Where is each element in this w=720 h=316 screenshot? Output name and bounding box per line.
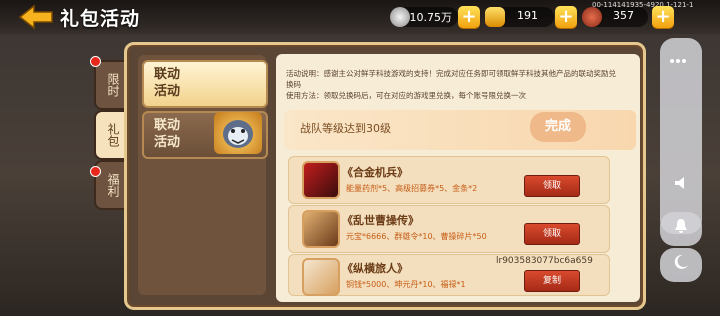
reward-text: 铜钱*5000、坤元丹*10、福禄*1 — [346, 280, 466, 289]
claim-button[interactable]: 领取 — [524, 223, 580, 245]
meat-icon — [582, 7, 602, 27]
menu-label-line1: 联动 — [154, 118, 181, 133]
game-name: 《纵横旅人》 — [342, 262, 408, 275]
description-line: 使用方法：领取兑换码后，可在对应的游戏里兑换，每个账号限兑换一次 — [286, 91, 526, 100]
drag-handle[interactable] — [670, 48, 692, 63]
page-title: 礼包活动 — [60, 8, 141, 30]
menu-label-line1: 联动 — [154, 67, 181, 82]
add-food-button[interactable]: + — [652, 6, 674, 28]
notification-dot — [90, 56, 101, 67]
moon-icon[interactable] — [660, 248, 702, 282]
add-gold-button[interactable]: + — [555, 6, 577, 28]
reward-text: 能量药剂*5、高级招募券*5、金条*2 — [346, 184, 478, 193]
complete-button[interactable]: 完成 — [530, 112, 586, 142]
claim-button[interactable]: 领取 — [524, 175, 580, 197]
menu-item-linkage-1[interactable]: 联动 活动 — [142, 60, 268, 108]
volume-panel[interactable] — [660, 38, 702, 234]
silver-coin-icon — [390, 7, 410, 27]
description-line: 活动说明：感谢主公对鲜芋科技游戏的支持！完成对应任务即可领取鲜芋科技其他产品的联… — [286, 69, 616, 89]
game-icon — [302, 258, 340, 296]
copy-button[interactable]: 复制 — [524, 270, 580, 292]
add-silver-button[interactable]: + — [458, 6, 480, 28]
gold-ingot-icon — [485, 7, 505, 27]
redeem-code: lr903583077bc6a659 — [496, 256, 593, 266]
menu-label-line2: 活动 — [154, 135, 181, 150]
back-arrow-icon[interactable] — [18, 4, 54, 30]
silver-value: 10.75万 — [409, 11, 453, 24]
gold-value: 191 — [517, 9, 538, 22]
game-icon — [302, 210, 340, 248]
notification-dot — [90, 166, 101, 177]
task-text: 战队等级达到30级 — [300, 122, 391, 135]
game-name: 《乱世曹操传》 — [342, 214, 419, 227]
bell-icon[interactable] — [660, 212, 702, 246]
reward-text: 元宝*6666、群雄令*10、曹操碎片*50 — [346, 232, 487, 241]
event-description: 活动说明：感谢主公对鲜芋科技游戏的支持！完成对应任务即可领取鲜芋科技其他产品的联… — [286, 68, 616, 101]
game-name: 《合金机兵》 — [342, 166, 408, 179]
menu-label-line2: 活动 — [154, 84, 181, 99]
speaker-icon[interactable] — [674, 176, 690, 194]
tiger-emblem-icon — [214, 112, 262, 154]
food-value: 357 — [613, 9, 634, 22]
game-icon — [302, 161, 340, 199]
